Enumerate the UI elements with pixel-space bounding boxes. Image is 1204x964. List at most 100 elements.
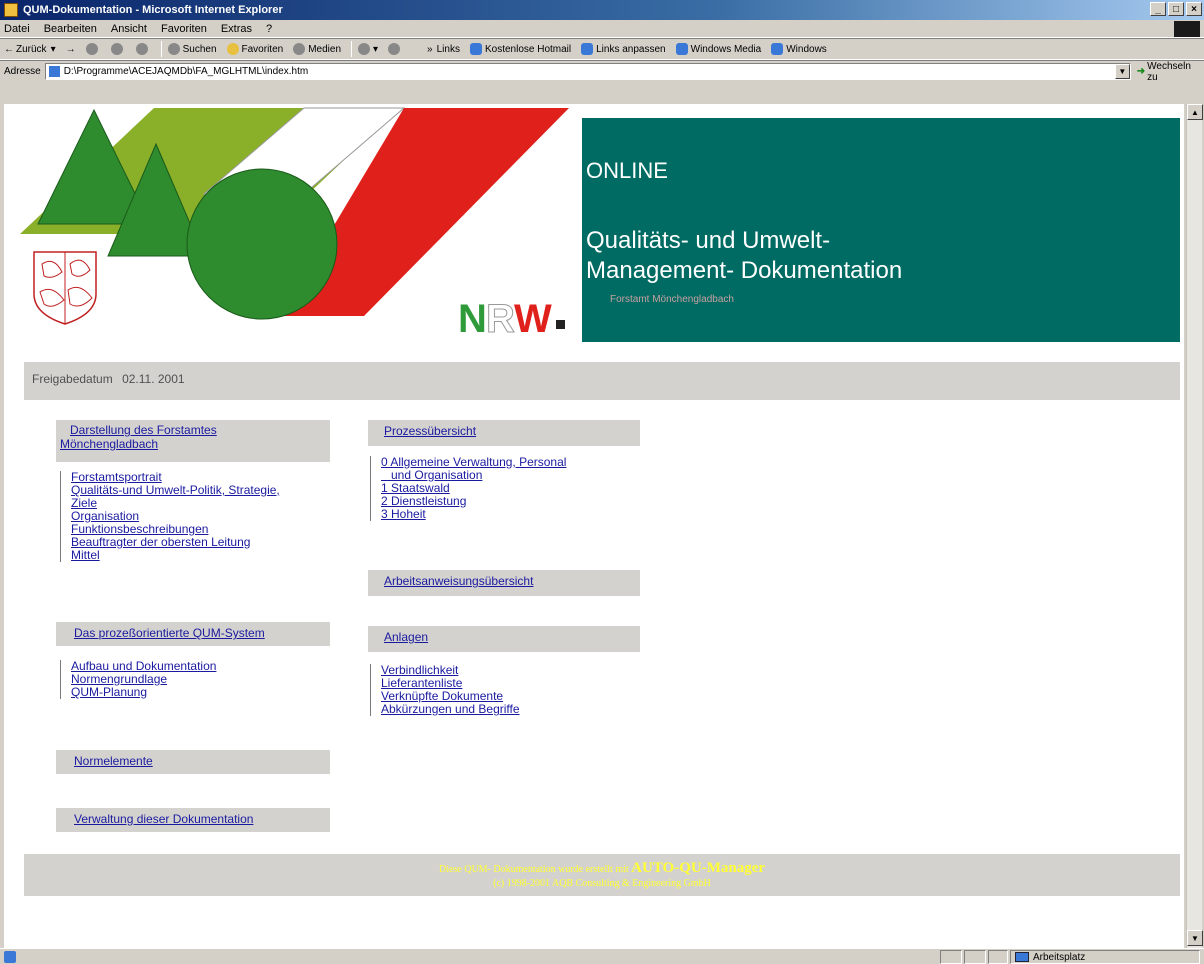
menu-datei[interactable]: Datei [4,23,30,35]
menu-bar: Datei Bearbeiten Ansicht Favoriten Extra… [0,20,1204,38]
menu-favoriten[interactable]: Favoriten [161,23,207,35]
svg-text:W: W [514,297,552,341]
standard-toolbar: ← Zurück ▾ → Suchen Favoriten Medien ▾ »… [0,38,1204,60]
media-button[interactable]: Medien [293,43,341,55]
search-icon [167,43,180,55]
media-icon [293,43,306,55]
status-pane [988,950,1008,964]
link-darstellung-forstamt[interactable]: Darstellung des Forstamtes Mönchengladbac… [60,423,217,451]
banner-subtitle: Forstamt Mönchengladbach [610,294,734,305]
link-aufbau-dokumentation[interactable]: Aufbau und Dokumentation [71,659,216,673]
link-hoheit[interactable]: 3 Hoheit [381,507,426,521]
svg-text:R: R [486,297,515,341]
link-hotmail[interactable]: Kostenlose Hotmail [469,43,571,55]
ie-page-icon [469,43,482,55]
green-circle-shape [186,168,338,320]
link-ziele[interactable]: Ziele [71,496,97,510]
link-lieferantenliste[interactable]: Lieferantenliste [381,676,462,690]
favorites-button[interactable]: Favoriten [226,43,283,55]
link-forstamtsportrait[interactable]: Forstamtsportrait [71,470,162,484]
refresh-button[interactable] [110,43,126,55]
link-verbindlichkeit[interactable]: Verbindlichkeit [381,663,458,677]
window-controls: _ □ × [1150,2,1202,16]
links-toolbar: » Links [427,44,460,55]
link-links-anpassen[interactable]: Links anpassen [581,43,666,55]
dropdown-arrow-icon: ▾ [373,43,379,55]
link-windows-media[interactable]: Windows Media [675,43,762,55]
forward-button[interactable]: → [66,44,76,55]
ie-page-icon [675,43,688,55]
ie-page-icon [771,43,784,55]
home-button[interactable] [135,43,151,55]
status-bar: Arbeitsplatz [0,948,1204,964]
darstellung-line2: Mönchengladbach [60,437,159,451]
chevron-up-icon: ▲ [1191,107,1199,117]
back-arrow-icon: ← [4,43,14,55]
favorites-star-icon [226,43,239,55]
scroll-up-button[interactable]: ▲ [1187,104,1203,120]
footer-line1: Diese QUM- Dokumentation wurde erstellt … [24,854,1180,877]
link-funktionsbeschreibungen[interactable]: Funktionsbeschreibungen [71,522,208,536]
menu-bearbeiten[interactable]: Bearbeiten [44,23,97,35]
link-beauftragter[interactable]: Beauftragter der obersten Leitung [71,535,250,549]
window-title: QUM-Dokumentation - Microsoft Internet E… [23,4,283,16]
computer-icon [1015,952,1029,962]
stop-button[interactable] [85,43,101,55]
links-label: Links [436,43,460,55]
link-abkuerzungen-begriffe[interactable]: Abkürzungen und Begriffe [381,702,520,716]
link-prozessuebersicht[interactable]: Prozessübersicht [384,424,476,438]
link-normelemente[interactable]: Normelemente [74,754,153,768]
search-button[interactable]: Suchen [167,43,217,55]
section-normelemente-heading: Normelemente [56,750,330,774]
vertical-scrollbar[interactable]: ▲ ▼ [1186,104,1203,948]
footer-copyright: (c) 1998-2001 AQB Consulting & Engineeri… [493,878,711,889]
address-dropdown-button[interactable]: ▼ [1114,64,1130,79]
link-arbeitsanweisungsuebersicht[interactable]: Arbeitsanweisungsübersicht [384,574,533,588]
link-normengrundlage[interactable]: Normengrundlage [71,672,167,686]
toolbar-separator [160,41,162,57]
forward-arrow-icon: → [65,43,76,55]
link-verwaltung-dokumentation[interactable]: Verwaltung dieser Dokumentation [74,812,253,826]
page-status-icon [4,950,16,963]
release-date-value: 02.11. 2001 [122,372,185,386]
address-label: Adresse [4,66,41,77]
link-staatswald[interactable]: 1 Staatswald [381,481,450,495]
link-qum-planung[interactable]: QUM-Planung [71,685,147,699]
print-button[interactable] [388,43,403,55]
menu-help[interactable]: ? [266,23,272,35]
link-politik-strategie[interactable]: Qualitäts-und Umwelt-Politik, Strategie, [71,483,280,497]
section-forstamt-heading: Darstellung des Forstamtes Mönchengladbac… [56,420,330,462]
back-button[interactable]: ← Zurück ▾ [4,44,56,55]
banner-title-panel: ONLINE Qualitäts- und Umwelt- Management… [582,118,1180,342]
link-dienstleistung[interactable]: 2 Dienstleistung [381,494,466,508]
go-button[interactable]: ➜ Wechseln zu [1137,61,1204,83]
release-date-label: Freigabedatum [32,372,113,386]
link-organisation-cont[interactable]: und Organisation [381,468,482,482]
link-mittel[interactable]: Mittel [71,548,100,562]
chevron-down-icon: ▼ [1118,67,1127,76]
svg-text:N: N [458,297,487,341]
menu-extras[interactable]: Extras [221,23,252,35]
page-viewport: N R W ONLINE Qualitäts- und Umwelt- Mana… [4,104,1184,948]
link-allgemeine-verwaltung[interactable]: 0 Allgemeine Verwaltung, Personal [381,455,566,469]
page-footer: Diese QUM- Dokumentation wurde erstellt … [24,854,1180,896]
stop-icon [85,43,98,55]
scroll-down-button[interactable]: ▼ [1187,930,1203,946]
maximize-button[interactable]: □ [1168,2,1184,16]
mail-button[interactable]: ▾ [358,43,378,55]
link-windows[interactable]: Windows [771,43,827,55]
link-anlagen[interactable]: Anlagen [384,630,428,644]
link-windows-media-label: Windows Media [690,43,762,55]
status-pane [940,950,962,964]
link-qum-system[interactable]: Das prozeßorientierte QUM-System [74,626,265,640]
close-button[interactable]: × [1186,2,1202,16]
address-input[interactable]: D:\Programme\ACEJAQMDb\FA_MGLHTML\index.… [44,63,1131,80]
qum-system-links-list: Aufbau und Dokumentation Normengrundlage… [60,660,216,699]
back-label: Zurück [16,43,47,55]
link-organisation[interactable]: Organisation [71,509,139,523]
link-links-anpassen-label: Links anpassen [596,43,666,55]
menu-ansicht[interactable]: Ansicht [111,23,147,35]
link-verknuepfte-dokumente[interactable]: Verknüpfte Dokumente [381,689,503,703]
home-icon [135,43,148,55]
minimize-button[interactable]: _ [1150,2,1166,16]
